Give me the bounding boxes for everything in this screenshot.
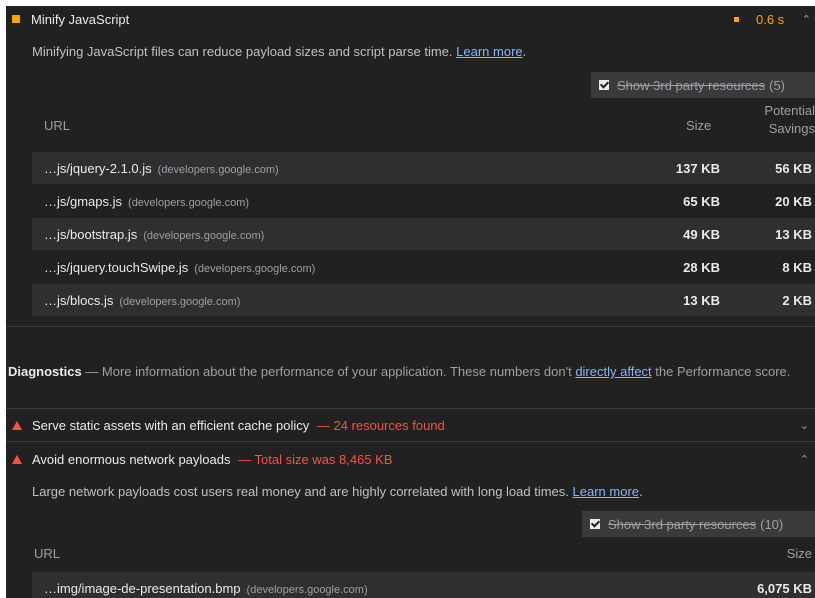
column-header-savings: Potential Savings [764,102,815,138]
row-host: (developers.google.com) [143,229,265,242]
red-triangle-icon [12,420,22,430]
row-url[interactable]: …js/bootstrap.js [44,227,137,242]
third-party-count: (10) [760,516,784,532]
column-header-url: URL [44,118,71,133]
savings-header-line1: Potential [764,103,815,118]
chevron-down-icon[interactable]: ⌄ [800,419,809,432]
section-divider [6,441,815,442]
red-triangle-icon [12,454,22,464]
audit-title: Serve static assets with an efficient ca… [32,417,310,433]
directly-affect-link[interactable]: directly affect [575,364,651,379]
row-size: 28 KB [683,259,720,275]
table-row: …js/blocs.js (developers.google.com) 13 K… [32,284,815,316]
third-party-label: Show 3rd party resources [608,516,757,532]
diagnostics-description: Diagnostics — More information about the… [8,362,798,381]
third-party-toggle[interactable]: Show 3rd party resources (10) [582,511,815,537]
audit-description: Minifying JavaScript files can reduce pa… [32,44,527,59]
savings-time: 0.6 s [756,11,785,27]
row-host: (developers.google.com) [157,163,279,176]
third-party-label: Show 3rd party resources [617,77,766,93]
diagnostics-heading: Diagnostics [8,364,82,379]
checkbox-checked-icon[interactable] [590,519,600,529]
orange-square-icon [734,16,739,22]
diagnostics-text: — More information about the performance… [81,364,576,379]
table-row: …js/jquery-2.1.0.js (developers.google.co… [32,152,815,184]
row-url[interactable]: …js/blocs.js [44,293,113,308]
table-row: …js/gmaps.js (developers.google.com) 65 K… [32,185,815,217]
chevron-up-icon[interactable]: ⌃ [800,453,809,466]
section-divider [6,326,815,327]
table-row: …js/bootstrap.js (developers.google.com) … [32,218,815,250]
checkbox-checked-icon[interactable] [599,80,609,90]
column-header-size: Size [686,118,712,133]
row-host: (developers.google.com) [119,295,241,308]
row-size: 6,075 KB [757,580,812,596]
third-party-count: (5) [769,77,786,93]
learn-more-link[interactable]: Learn more [573,484,639,499]
diagnostics-text-end: the Performance score. [651,364,791,379]
audit-detail: — Total size was 8,465 KB [238,451,393,467]
description-text: Minifying JavaScript files can reduce pa… [32,44,453,59]
audit-description: Large network payloads cost users real m… [32,484,643,499]
lighthouse-panel: Minify JavaScript 0.6 s ⌃ Minifying Java… [6,6,815,598]
audit-detail: — 24 resources found [316,417,445,433]
row-host: (developers.google.com) [128,196,250,209]
row-savings: 56 KB [775,160,812,176]
minify-js-audit-header[interactable]: Minify JavaScript 0.6 s ⌃ [6,6,815,32]
section-divider [6,408,815,409]
row-url[interactable]: …js/jquery-2.1.0.js [44,161,152,176]
savings-header-line2: Savings [768,121,815,136]
column-header-url: URL [34,546,61,561]
row-host: (developers.google.com) [194,262,316,275]
row-savings: 2 KB [782,292,812,308]
row-size: 49 KB [683,226,720,242]
description-text: Large network payloads cost users real m… [32,484,569,499]
row-size: 13 KB [683,292,720,308]
table-row: …img/image-de-presentation.bmp (developer… [32,572,815,598]
cache-policy-audit-header[interactable]: Serve static assets with an efficient ca… [6,410,815,440]
row-host: (developers.google.com) [246,583,368,596]
audit-title: Minify JavaScript [31,11,130,27]
row-url[interactable]: …js/gmaps.js [44,194,122,209]
third-party-toggle[interactable]: Show 3rd party resources (5) [591,72,815,98]
learn-more-link[interactable]: Learn more [456,44,522,59]
row-url[interactable]: …js/jquery.touchSwipe.js [44,260,188,275]
table-row: …js/jquery.touchSwipe.js (developers.goog… [32,251,815,283]
row-url[interactable]: …img/image-de-presentation.bmp [44,581,241,596]
row-size: 137 KB [675,160,720,176]
audit-title: Avoid enormous network payloads [32,451,231,467]
row-savings: 20 KB [775,193,812,209]
row-size: 65 KB [683,193,720,209]
orange-square-icon [12,15,20,23]
network-payloads-audit-header[interactable]: Avoid enormous network payloads — Total … [6,444,815,474]
row-savings: 13 KB [775,226,812,242]
row-savings: 8 KB [782,259,812,275]
chevron-up-icon[interactable]: ⌃ [802,13,811,26]
column-header-size: Size [786,546,812,561]
